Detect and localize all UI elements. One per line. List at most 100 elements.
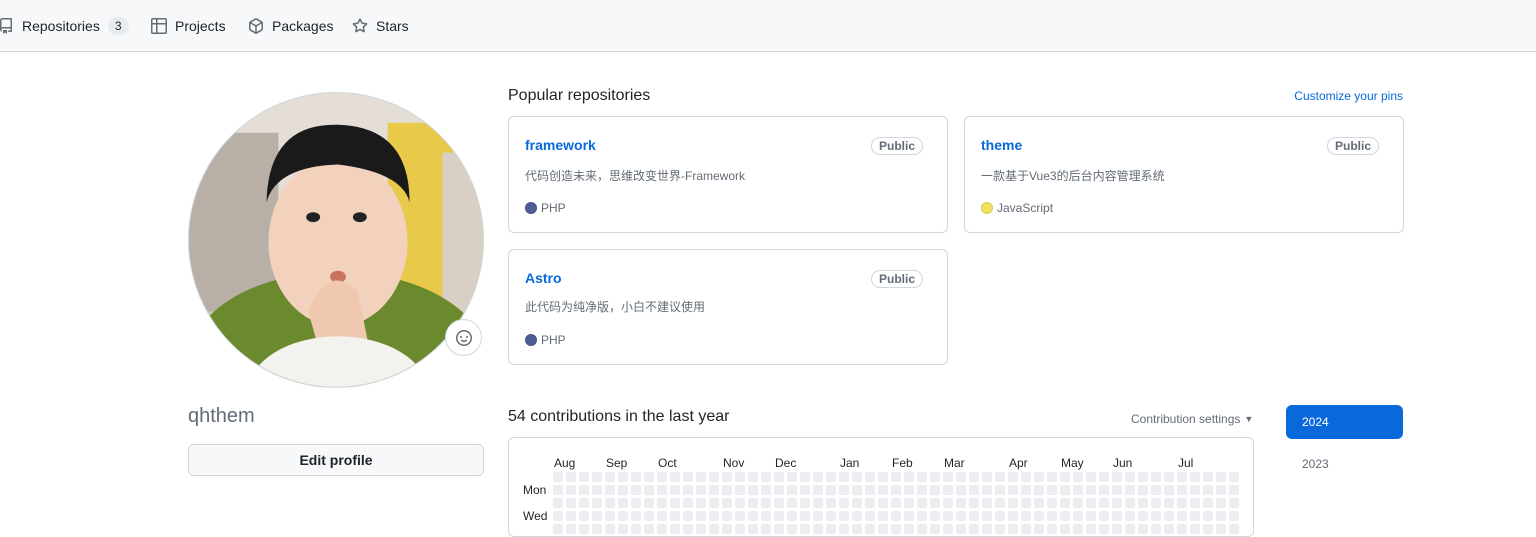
repo-name-link[interactable]: Astro — [525, 270, 562, 286]
contribution-day-cell[interactable] — [865, 524, 875, 534]
contribution-day-cell[interactable] — [1060, 485, 1070, 495]
contribution-day-cell[interactable] — [618, 472, 628, 482]
contribution-day-cell[interactable] — [748, 498, 758, 508]
contribution-day-cell[interactable] — [683, 498, 693, 508]
contribution-day-cell[interactable] — [605, 472, 615, 482]
contribution-day-cell[interactable] — [605, 485, 615, 495]
contribution-day-cell[interactable] — [748, 524, 758, 534]
contribution-day-cell[interactable] — [1008, 472, 1018, 482]
contribution-day-cell[interactable] — [631, 485, 641, 495]
contribution-day-cell[interactable] — [956, 524, 966, 534]
contribution-day-cell[interactable] — [761, 524, 771, 534]
contribution-day-cell[interactable] — [1125, 485, 1135, 495]
contribution-day-cell[interactable] — [1086, 498, 1096, 508]
repo-name-link[interactable]: theme — [981, 137, 1022, 153]
contribution-day-cell[interactable] — [1229, 472, 1239, 482]
contribution-day-cell[interactable] — [969, 498, 979, 508]
avatar[interactable] — [188, 92, 484, 388]
contribution-day-cell[interactable] — [1203, 498, 1213, 508]
nav-tab-stars[interactable]: Stars — [352, 0, 409, 52]
contribution-day-cell[interactable] — [839, 472, 849, 482]
contribution-day-cell[interactable] — [787, 524, 797, 534]
contribution-day-cell[interactable] — [1177, 472, 1187, 482]
contribution-day-cell[interactable] — [943, 485, 953, 495]
contribution-day-cell[interactable] — [826, 472, 836, 482]
contribution-day-cell[interactable] — [930, 524, 940, 534]
contribution-day-cell[interactable] — [696, 498, 706, 508]
contribution-day-cell[interactable] — [657, 524, 667, 534]
contribution-day-cell[interactable] — [618, 485, 628, 495]
set-status-button[interactable] — [445, 319, 482, 356]
repo-name-link[interactable]: framework — [525, 137, 596, 153]
contribution-day-cell[interactable] — [1203, 472, 1213, 482]
contribution-day-cell[interactable] — [1138, 498, 1148, 508]
contribution-day-cell[interactable] — [787, 472, 797, 482]
contribution-day-cell[interactable] — [891, 524, 901, 534]
contribution-day-cell[interactable] — [579, 524, 589, 534]
contribution-day-cell[interactable] — [839, 524, 849, 534]
contribution-day-cell[interactable] — [1060, 524, 1070, 534]
contribution-day-cell[interactable] — [904, 485, 914, 495]
contribution-day-cell[interactable] — [566, 485, 576, 495]
contribution-day-cell[interactable] — [1034, 485, 1044, 495]
contribution-day-cell[interactable] — [657, 472, 667, 482]
contribution-day-cell[interactable] — [995, 524, 1005, 534]
contribution-day-cell[interactable] — [774, 485, 784, 495]
contribution-day-cell[interactable] — [1203, 485, 1213, 495]
contribution-day-cell[interactable] — [1047, 472, 1057, 482]
contribution-day-cell[interactable] — [1151, 498, 1161, 508]
contribution-day-cell[interactable] — [1086, 485, 1096, 495]
contribution-day-cell[interactable] — [878, 498, 888, 508]
contribution-day-cell[interactable] — [787, 485, 797, 495]
contribution-day-cell[interactable] — [683, 485, 693, 495]
contribution-day-cell[interactable] — [657, 485, 667, 495]
contribution-day-cell[interactable] — [826, 524, 836, 534]
contribution-day-cell[interactable] — [917, 524, 927, 534]
contribution-day-cell[interactable] — [969, 485, 979, 495]
contribution-day-cell[interactable] — [696, 472, 706, 482]
contribution-day-cell[interactable] — [735, 498, 745, 508]
contribution-day-cell[interactable] — [774, 498, 784, 508]
contribution-day-cell[interactable] — [774, 472, 784, 482]
contribution-day-cell[interactable] — [670, 485, 680, 495]
customize-pins-link[interactable]: Customize your pins — [1294, 89, 1403, 103]
contribution-day-cell[interactable] — [1073, 524, 1083, 534]
contribution-day-cell[interactable] — [995, 498, 1005, 508]
contribution-day-cell[interactable] — [943, 524, 953, 534]
contribution-day-cell[interactable] — [917, 498, 927, 508]
contribution-day-cell[interactable] — [566, 472, 576, 482]
contribution-day-cell[interactable] — [1229, 524, 1239, 534]
contribution-day-cell[interactable] — [995, 472, 1005, 482]
contribution-day-cell[interactable] — [1112, 524, 1122, 534]
contribution-day-cell[interactable] — [553, 472, 563, 482]
contribution-day-cell[interactable] — [1151, 485, 1161, 495]
contribution-day-cell[interactable] — [1203, 524, 1213, 534]
contribution-day-cell[interactable] — [1099, 524, 1109, 534]
contribution-day-cell[interactable] — [826, 498, 836, 508]
contribution-day-cell[interactable] — [1151, 472, 1161, 482]
contribution-day-cell[interactable] — [553, 485, 563, 495]
contribution-day-cell[interactable] — [1034, 524, 1044, 534]
contribution-day-cell[interactable] — [592, 524, 602, 534]
contribution-day-cell[interactable] — [1086, 472, 1096, 482]
contribution-day-cell[interactable] — [800, 472, 810, 482]
contribution-day-cell[interactable] — [982, 485, 992, 495]
contribution-day-cell[interactable] — [813, 498, 823, 508]
contribution-day-cell[interactable] — [800, 498, 810, 508]
contribution-day-cell[interactable] — [1099, 485, 1109, 495]
contribution-day-cell[interactable] — [930, 498, 940, 508]
contribution-day-cell[interactable] — [722, 485, 732, 495]
contribution-day-cell[interactable] — [904, 524, 914, 534]
contribution-day-cell[interactable] — [1216, 485, 1226, 495]
contribution-day-cell[interactable] — [1138, 472, 1148, 482]
contribution-day-cell[interactable] — [852, 485, 862, 495]
contribution-day-cell[interactable] — [1216, 498, 1226, 508]
contribution-day-cell[interactable] — [592, 472, 602, 482]
contribution-day-cell[interactable] — [943, 472, 953, 482]
contribution-day-cell[interactable] — [982, 498, 992, 508]
contribution-day-cell[interactable] — [670, 472, 680, 482]
contribution-day-cell[interactable] — [1138, 485, 1148, 495]
contribution-day-cell[interactable] — [1164, 472, 1174, 482]
contribution-day-cell[interactable] — [891, 485, 901, 495]
contribution-day-cell[interactable] — [1008, 498, 1018, 508]
